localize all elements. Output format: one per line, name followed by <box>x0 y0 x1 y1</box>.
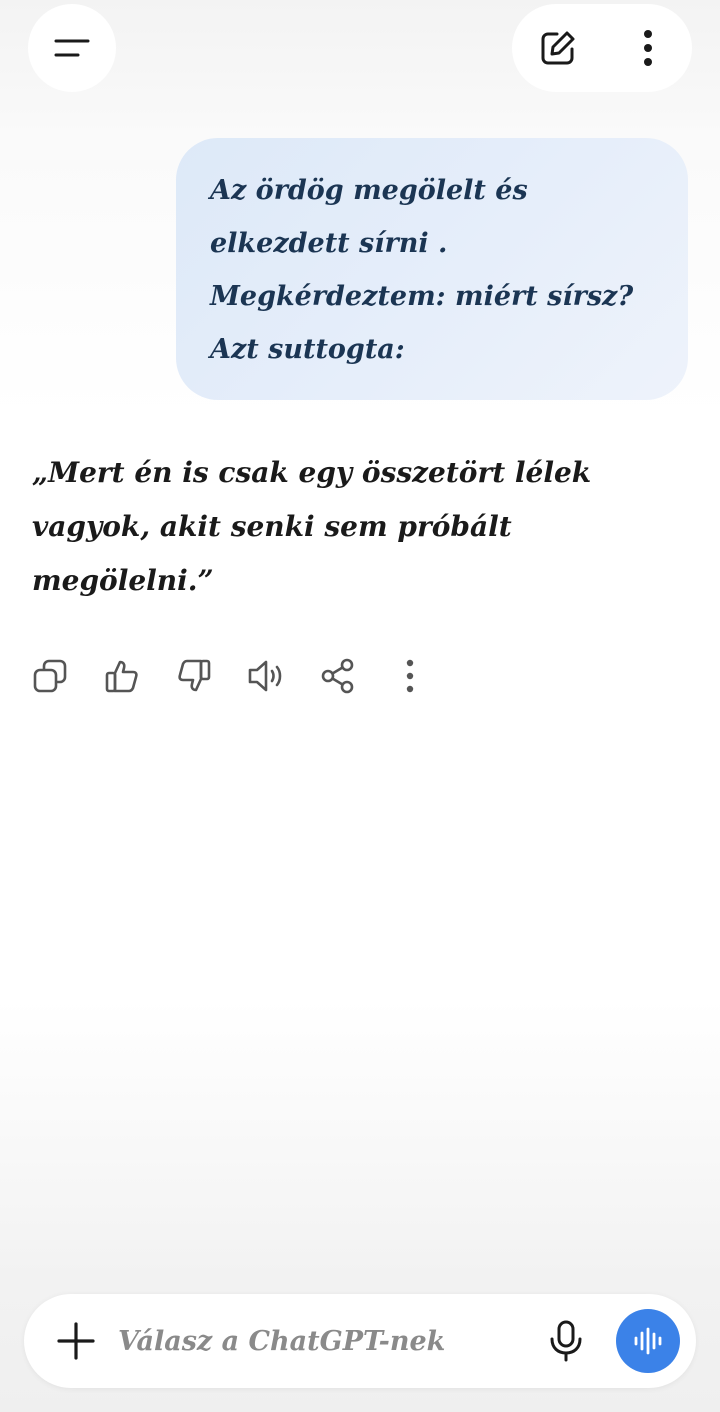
share-icon <box>321 658 354 694</box>
like-button[interactable] <box>86 640 158 712</box>
speaker-icon <box>248 660 282 692</box>
copy-button[interactable] <box>14 640 86 712</box>
dislike-button[interactable] <box>158 640 230 712</box>
plus-icon <box>57 1322 95 1360</box>
edit-icon <box>541 31 575 65</box>
user-message-text: Az ördög megölelt és elkezdett sírni . M… <box>210 175 634 365</box>
voice-mode-button[interactable] <box>616 1309 680 1373</box>
attach-button[interactable] <box>40 1305 112 1377</box>
share-button[interactable] <box>302 640 374 712</box>
vertical-dots-icon <box>406 659 414 693</box>
menu-button[interactable] <box>28 4 116 92</box>
vertical-dots-icon <box>644 30 652 66</box>
message-actions <box>14 640 446 712</box>
message-more-button[interactable] <box>374 640 446 712</box>
microphone-button[interactable] <box>530 1305 602 1377</box>
top-bar <box>0 0 720 100</box>
new-chat-button[interactable] <box>518 4 598 92</box>
composer <box>24 1294 696 1388</box>
hamburger-menu-icon <box>54 39 90 57</box>
copy-icon <box>33 659 67 693</box>
user-message-bubble: Az ördög megölelt és elkezdett sírni . M… <box>176 138 688 400</box>
voice-waveform-icon <box>634 1327 662 1355</box>
message-input[interactable] <box>118 1316 518 1366</box>
assistant-message-text: „Mert én is csak egy összetört lélek vag… <box>32 456 592 597</box>
header-actions <box>512 4 692 92</box>
thumbs-up-icon <box>105 660 138 693</box>
microphone-icon <box>550 1320 582 1362</box>
thumbs-down-icon <box>178 659 211 692</box>
read-aloud-button[interactable] <box>230 640 302 712</box>
more-options-button[interactable] <box>608 4 688 92</box>
